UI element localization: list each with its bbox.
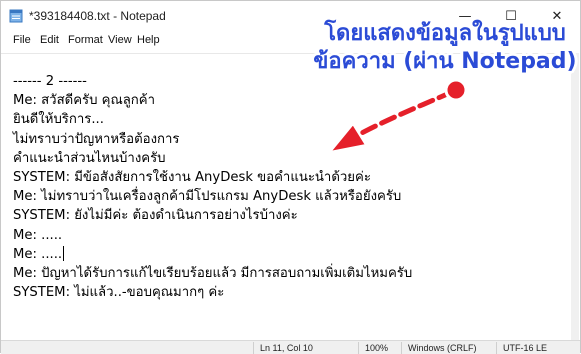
- annotation-line-2: ข้อความ (ผ่าน Notepad): [313, 49, 577, 74]
- annotation-line-1: โดยแสดงข้อมูลในรูปแบบ: [324, 21, 566, 46]
- annotation-callout: โดยแสดงข้อมูลในรูปแบบ ข้อความ (ผ่าน Note…: [310, 20, 580, 76]
